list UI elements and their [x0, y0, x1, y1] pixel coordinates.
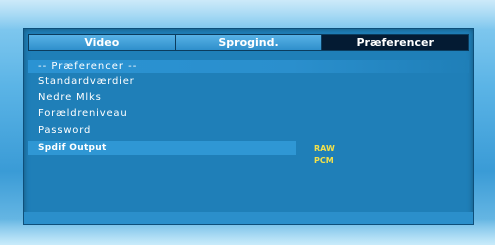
- spdif-option-raw[interactable]: RAW: [314, 143, 335, 154]
- menu-tabs: Video Sprogind. Præferencer: [28, 34, 469, 51]
- screen-glow-top: [0, 0, 495, 30]
- tab-video[interactable]: Video: [29, 35, 176, 50]
- menu-item-parental-level[interactable]: Forældreniveau: [38, 107, 127, 121]
- section-title: -- Præferencer --: [38, 61, 138, 72]
- menu-item-lower-mix[interactable]: Nedre Mlks: [38, 91, 102, 105]
- menu-item-spdif-output[interactable]: Spdif Output: [38, 141, 107, 155]
- menu-item-default-values[interactable]: Standardværdier: [38, 75, 135, 89]
- spdif-option-pcm[interactable]: PCM: [314, 155, 334, 166]
- tab-language[interactable]: Sprogind.: [175, 35, 323, 50]
- preferences-menu-panel: Video Sprogind. Præferencer -- Præferenc…: [23, 28, 474, 225]
- panel-footer-strip: [24, 212, 473, 224]
- tab-preferences[interactable]: Præferencer: [322, 35, 469, 50]
- menu-item-password[interactable]: Password: [38, 124, 91, 138]
